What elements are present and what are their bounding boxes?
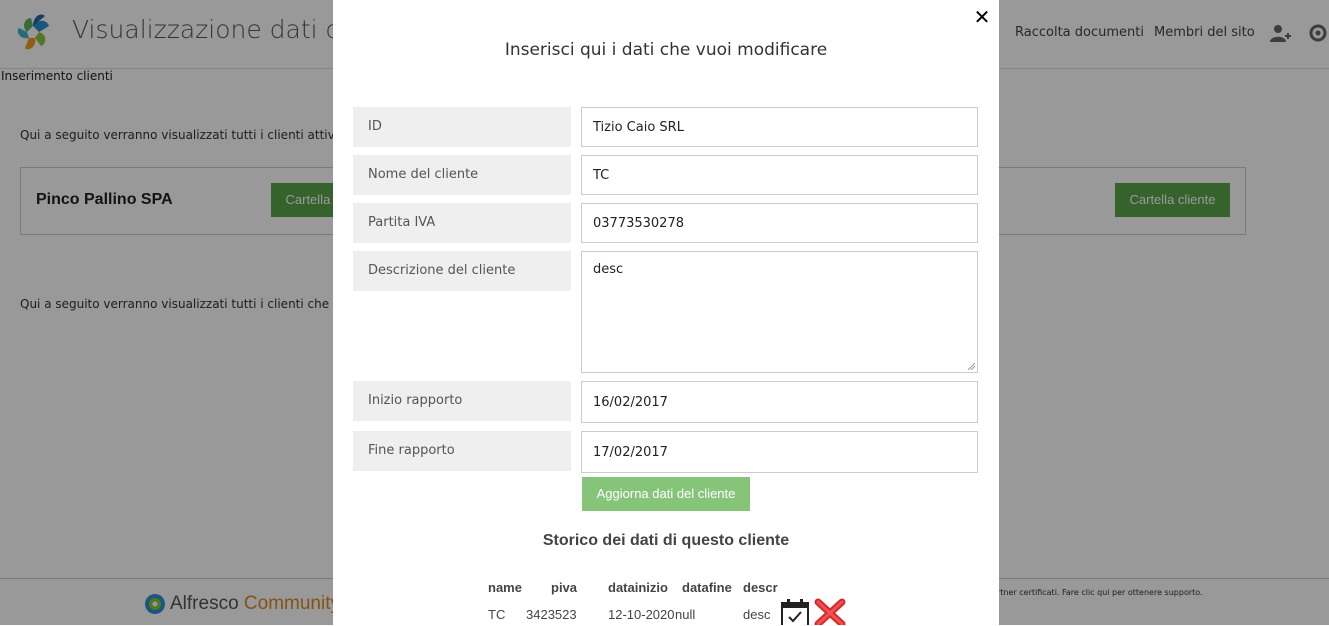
history-cell-datafine: null [675, 607, 696, 622]
vat-number-field[interactable]: 03773530278 [581, 203, 978, 243]
delete-x-icon[interactable] [814, 598, 846, 625]
client-name-label: Nome del cliente [353, 155, 571, 195]
client-name-field[interactable]: TC [581, 155, 978, 195]
description-value: desc [593, 262, 624, 277]
edit-client-modal: ✕ Inserisci qui i dati che vuoi modifica… [333, 0, 999, 625]
id-field[interactable]: Tizio Caio SRL [581, 107, 978, 147]
description-textarea[interactable]: desc [581, 251, 978, 373]
start-date-label: Inizio rapporto [353, 381, 571, 421]
history-cell-piva: 3423523 [526, 607, 577, 622]
history-title: Storico dei dati di questo cliente [542, 532, 790, 549]
resize-grip-icon[interactable] [967, 362, 975, 370]
history-col-piva: piva [551, 580, 578, 595]
history-col-datainizio: datainizio [608, 580, 668, 595]
history-cell-datainizio: 12-10-2020 [608, 607, 675, 622]
start-date-field[interactable]: 16/02/2017 [581, 381, 978, 423]
history-col-descr: descr [743, 580, 778, 595]
description-label: Descrizione del cliente [353, 251, 571, 291]
vat-number-label: Partita IVA [353, 203, 571, 243]
end-date-field[interactable]: 17/02/2017 [581, 431, 978, 473]
close-icon[interactable]: ✕ [973, 7, 991, 27]
history-cell-descr: desc [743, 607, 771, 622]
history-cell-name: TC [488, 607, 506, 622]
end-date-label: Fine rapporto [353, 431, 571, 471]
modal-title: Inserisci qui i dati che vuoi modificare [504, 40, 828, 60]
history-col-name: name [488, 580, 522, 595]
id-label: ID [353, 107, 571, 147]
history-col-datafine: datafine [682, 580, 732, 595]
update-client-button[interactable]: Aggiorna dati del cliente [582, 477, 750, 511]
calendar-check-icon[interactable] [780, 598, 810, 625]
